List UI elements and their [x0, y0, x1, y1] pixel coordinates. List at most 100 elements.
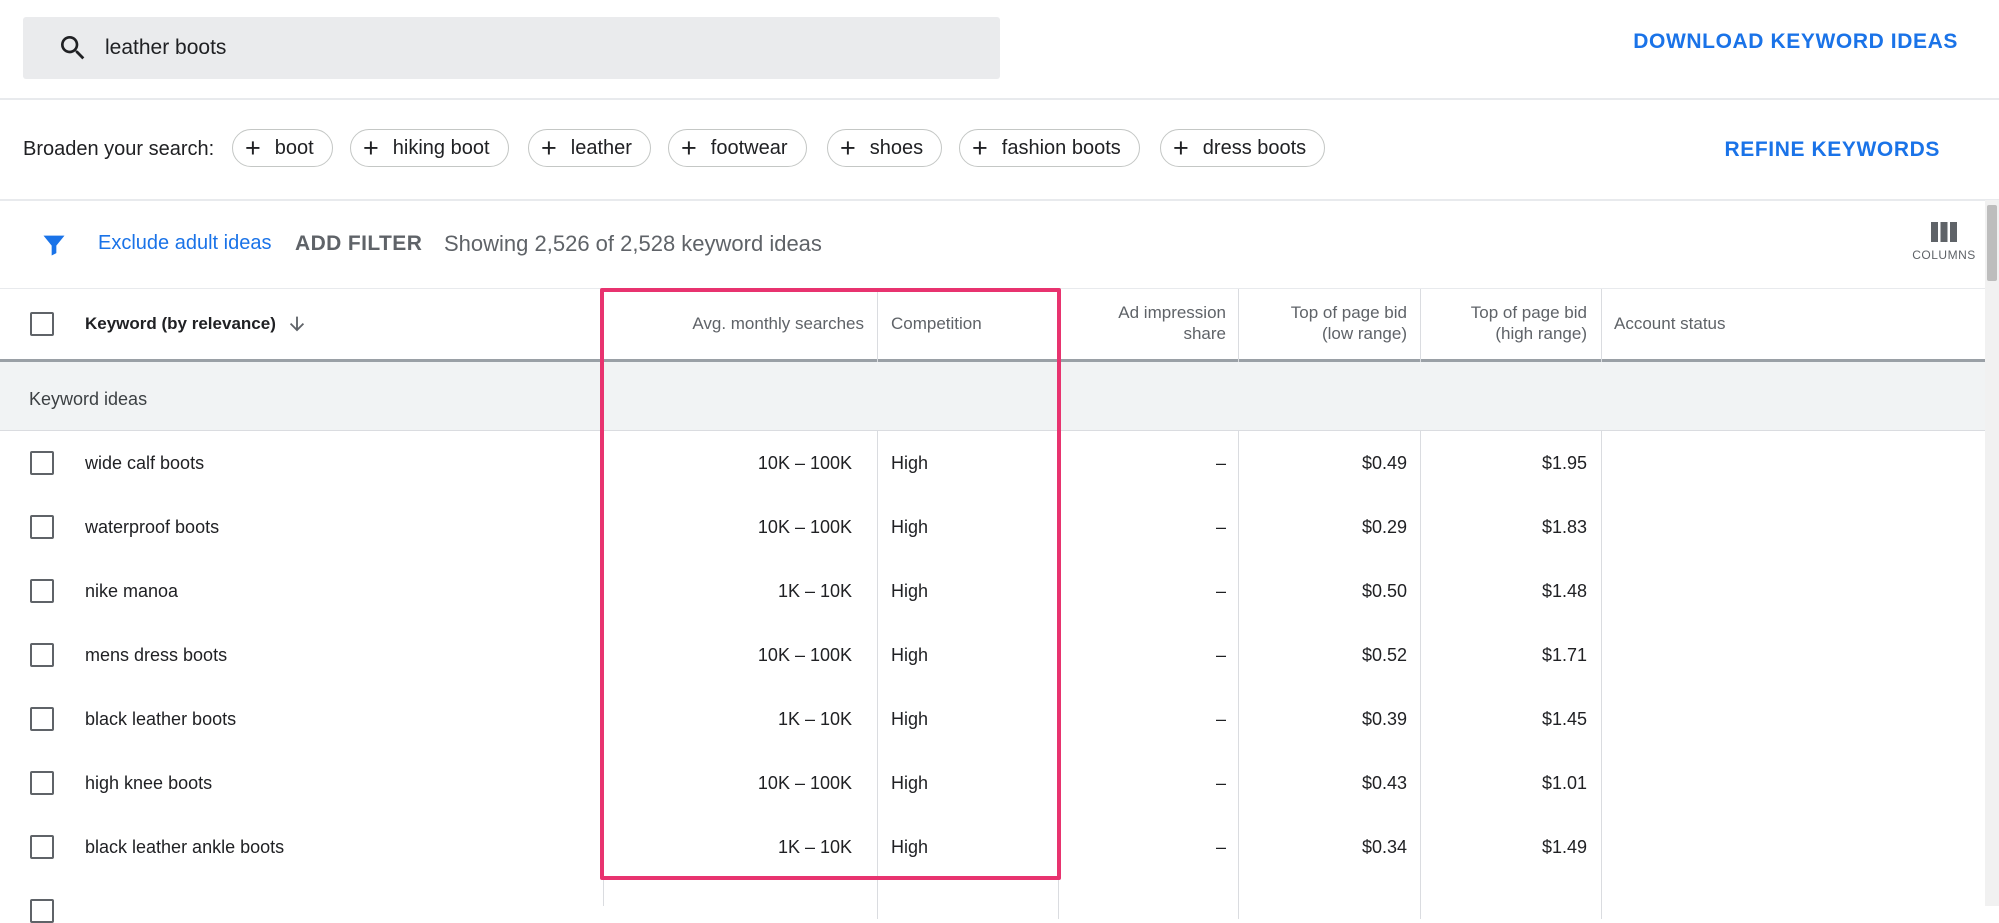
competition-cell: High: [891, 709, 929, 729]
row-checkbox[interactable]: [30, 451, 54, 475]
row-checkbox[interactable]: [30, 835, 54, 859]
keyword-cell: nike manoa: [85, 581, 179, 601]
column-divider: [1058, 289, 1059, 362]
chip-hiking-boot[interactable]: + hiking boot: [350, 129, 509, 167]
avg-searches-cell: 10K – 100K: [757, 773, 852, 793]
search-bar[interactable]: leather boots: [23, 17, 1000, 79]
avg-searches-cell: 10K – 100K: [757, 645, 852, 665]
table-row[interactable]: high knee boots 10K – 100K High – $0.43 $1.01: [0, 751, 1985, 816]
top-bid-low-header[interactable]: Top of page bid (low range): [1240, 302, 1407, 344]
arrow-down-icon: [289, 316, 304, 332]
results-count: Showing 2,526 of 2,528 keyword ideas: [444, 231, 822, 256]
column-divider: [1238, 687, 1239, 751]
table-row[interactable]: wide calf boots 10K – 100K High – $0.49 $1.95: [0, 431, 1985, 496]
row-checkbox[interactable]: [30, 579, 54, 603]
column-divider: [1238, 623, 1239, 687]
chip-boot[interactable]: + boot: [232, 129, 333, 167]
row-checkbox[interactable]: [30, 771, 54, 795]
impression-share-cell: –: [1215, 709, 1226, 729]
table-row[interactable]: waterproof boots 10K – 100K High – $0.29 $1.8…: [0, 495, 1985, 560]
column-divider: [877, 559, 878, 623]
table-row[interactable]: black leather ankle boots 1K – 10K High – $0…: [0, 815, 1985, 880]
column-divider: [1058, 495, 1059, 559]
chip-label: fashion boots: [1001, 136, 1121, 159]
column-divider: [1058, 623, 1059, 687]
chip-shoes[interactable]: + shoes: [827, 129, 943, 167]
bid-high-cell: $1.71: [1541, 645, 1587, 665]
scrollbar-thumb[interactable]: [1987, 205, 1997, 281]
broaden-label: Broaden your search:: [23, 138, 215, 160]
divider: [0, 98, 1999, 100]
chip-dress-boots[interactable]: + dress boots: [1160, 129, 1326, 167]
column-divider: [1601, 879, 1602, 919]
chip-label: shoes: [869, 136, 924, 159]
avg-monthly-searches-header[interactable]: Avg. monthly searches: [602, 313, 864, 334]
table-row[interactable]: nike manoa 1K – 10K High – $0.50 $1.48: [0, 559, 1985, 624]
header-line: (low range): [1321, 324, 1407, 343]
search-input[interactable]: leather boots: [105, 17, 226, 79]
columns-icon: [1931, 222, 1957, 242]
row-checkbox[interactable]: [30, 643, 54, 667]
impression-share-cell: –: [1215, 837, 1226, 857]
chip-leather[interactable]: + leather: [528, 129, 651, 167]
keyword-cell: black leather boots: [85, 709, 237, 729]
competition-header[interactable]: Competition: [891, 313, 982, 334]
impression-share-cell: –: [1215, 453, 1226, 473]
plus-icon: +: [1173, 132, 1189, 163]
keyword-cell: black leather ankle boots: [85, 837, 285, 857]
row-checkbox[interactable]: [30, 899, 54, 923]
keyword-column-header[interactable]: Keyword (by relevance): [85, 313, 308, 335]
column-divider: [1601, 815, 1602, 879]
column-divider: [1601, 289, 1602, 362]
chip-fashion-boots[interactable]: + fashion boots: [959, 129, 1140, 167]
competition-cell: High: [891, 453, 929, 473]
refine-keywords-button[interactable]: REFINE KEYWORDS: [1724, 138, 1940, 162]
select-all-checkbox[interactable]: [30, 312, 54, 336]
avg-searches-cell: 1K – 10K: [777, 709, 852, 729]
bid-high-cell: $1.83: [1541, 517, 1587, 537]
table-row[interactable]: mens dress boots 10K – 100K High – $0.52 $1.7…: [0, 623, 1985, 688]
header-line: Ad impression: [1118, 303, 1226, 322]
avg-searches-cell: 10K – 100K: [757, 453, 852, 473]
account-status-header[interactable]: Account status: [1614, 313, 1726, 334]
bid-high-cell: $1.48: [1541, 581, 1587, 601]
competition-cell: High: [891, 517, 929, 537]
filter-icon[interactable]: [40, 231, 68, 259]
chip-label: boot: [274, 136, 314, 159]
column-divider: [1601, 623, 1602, 687]
plus-icon: +: [363, 132, 379, 163]
chip-footwear[interactable]: + footwear: [668, 129, 807, 167]
table-row[interactable]: black leather boots 1K – 10K High – $0.39 $1.…: [0, 687, 1985, 752]
column-divider: [1238, 879, 1239, 919]
column-divider: [1420, 289, 1421, 362]
column-divider: [877, 879, 878, 919]
impression-share-cell: –: [1215, 517, 1226, 537]
competition-cell: High: [891, 581, 929, 601]
column-divider: [1420, 687, 1421, 751]
top-bid-high-header[interactable]: Top of page bid (high range): [1420, 302, 1587, 344]
bid-low-cell: $0.43: [1361, 773, 1407, 793]
bid-high-cell: $1.95: [1541, 453, 1587, 473]
column-divider: [1601, 431, 1602, 495]
bid-low-cell: $0.49: [1361, 453, 1407, 473]
header-line: (high range): [1495, 324, 1587, 343]
row-checkbox[interactable]: [30, 515, 54, 539]
row-checkbox[interactable]: [30, 707, 54, 731]
column-divider: [1238, 289, 1239, 362]
table-row[interactable]: [0, 879, 1985, 923]
scrollbar[interactable]: [1985, 200, 1999, 906]
chip-label: hiking boot: [392, 136, 490, 159]
column-divider: [1238, 559, 1239, 623]
column-divider: [877, 289, 878, 362]
add-filter-button[interactable]: ADD FILTER: [295, 232, 422, 256]
impression-share-cell: –: [1215, 581, 1226, 601]
exclude-adult-ideas-filter[interactable]: Exclude adult ideas: [98, 232, 271, 255]
ad-impression-share-header[interactable]: Ad impression share: [1060, 302, 1226, 344]
chip-label: footwear: [710, 136, 788, 159]
columns-button[interactable]: COLUMNS: [1904, 222, 1984, 278]
download-keyword-ideas-button[interactable]: DOWNLOAD KEYWORD IDEAS: [1633, 30, 1958, 54]
divider: [0, 288, 1999, 289]
column-divider: [1058, 559, 1059, 623]
impression-share-cell: –: [1215, 645, 1226, 665]
column-divider: [1601, 559, 1602, 623]
